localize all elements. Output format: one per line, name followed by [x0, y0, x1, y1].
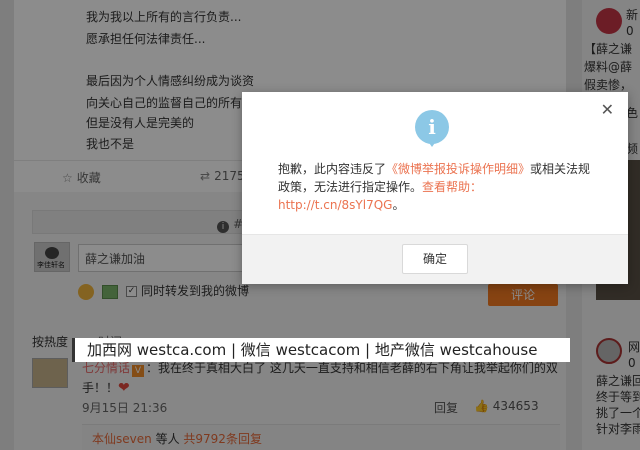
rules-link[interactable]: 《微博举报投诉操作明细》	[386, 162, 530, 176]
dialog-footer: 确定	[242, 234, 628, 284]
help-link[interactable]: http://t.cn/8sYl7QG	[278, 198, 392, 212]
ok-button[interactable]: 确定	[402, 244, 468, 274]
info-icon: i	[415, 110, 449, 147]
help-label: 查看帮助：	[422, 180, 483, 194]
error-dialog: ✕ i 抱歉，此内容违反了《微博举报投诉操作明细》或相关法规政策，无法进行指定操…	[242, 92, 628, 284]
msg-prefix: 抱歉，此内容违反了	[278, 162, 387, 176]
dialog-message: 抱歉，此内容违反了《微博举报投诉操作明细》或相关法规政策，无法进行指定操作。查看…	[278, 160, 598, 214]
close-icon[interactable]: ✕	[601, 102, 614, 118]
watermark-banner: 加西网 westca.com | 微信 westcacom | 地产微信 wes…	[72, 338, 570, 362]
msg-end: 。	[392, 198, 405, 212]
